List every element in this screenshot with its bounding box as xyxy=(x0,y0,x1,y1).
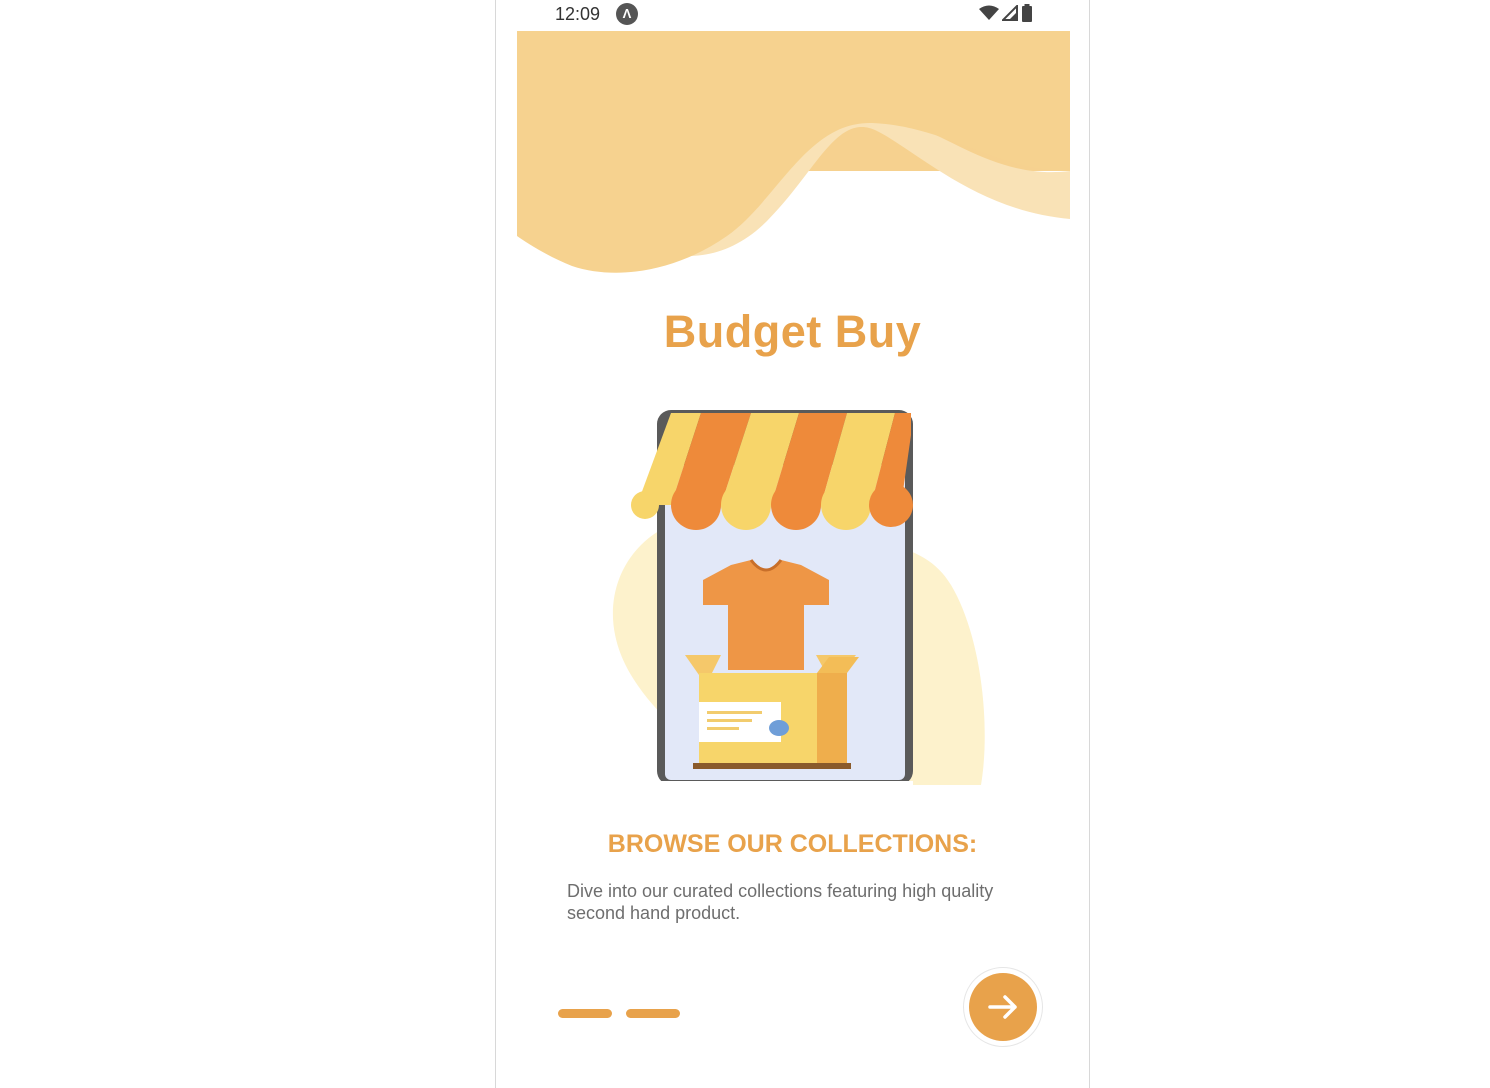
next-button-fill[interactable] xyxy=(969,973,1037,1041)
page-indicator xyxy=(558,1009,680,1018)
status-time: 12:09 xyxy=(555,4,601,24)
arrow-right-icon xyxy=(988,995,1017,1019)
app-notification-icon: Λ xyxy=(616,3,638,25)
app-title: Budget Buy xyxy=(663,306,922,357)
header-wave-decoration xyxy=(517,31,1070,273)
next-button[interactable] xyxy=(963,967,1043,1047)
signal-icon xyxy=(1002,5,1018,21)
battery-icon xyxy=(1022,4,1032,22)
status-icons xyxy=(979,4,1033,22)
phone-screen: 12:09 Λ Budget Buy BROWSE OUR COLLECTION… xyxy=(495,0,1090,1088)
storefront-tshirt-box-icon xyxy=(612,410,985,790)
section-heading: BROWSE OUR COLLECTIONS: xyxy=(607,830,978,858)
section-description: Dive into our curated collections featur… xyxy=(567,881,994,923)
page-indicator-dot-1[interactable] xyxy=(558,1009,612,1018)
wifi-icon xyxy=(979,5,999,20)
status-bar: 12:09 Λ xyxy=(496,0,1089,30)
page-indicator-dot-2[interactable] xyxy=(626,1009,680,1018)
